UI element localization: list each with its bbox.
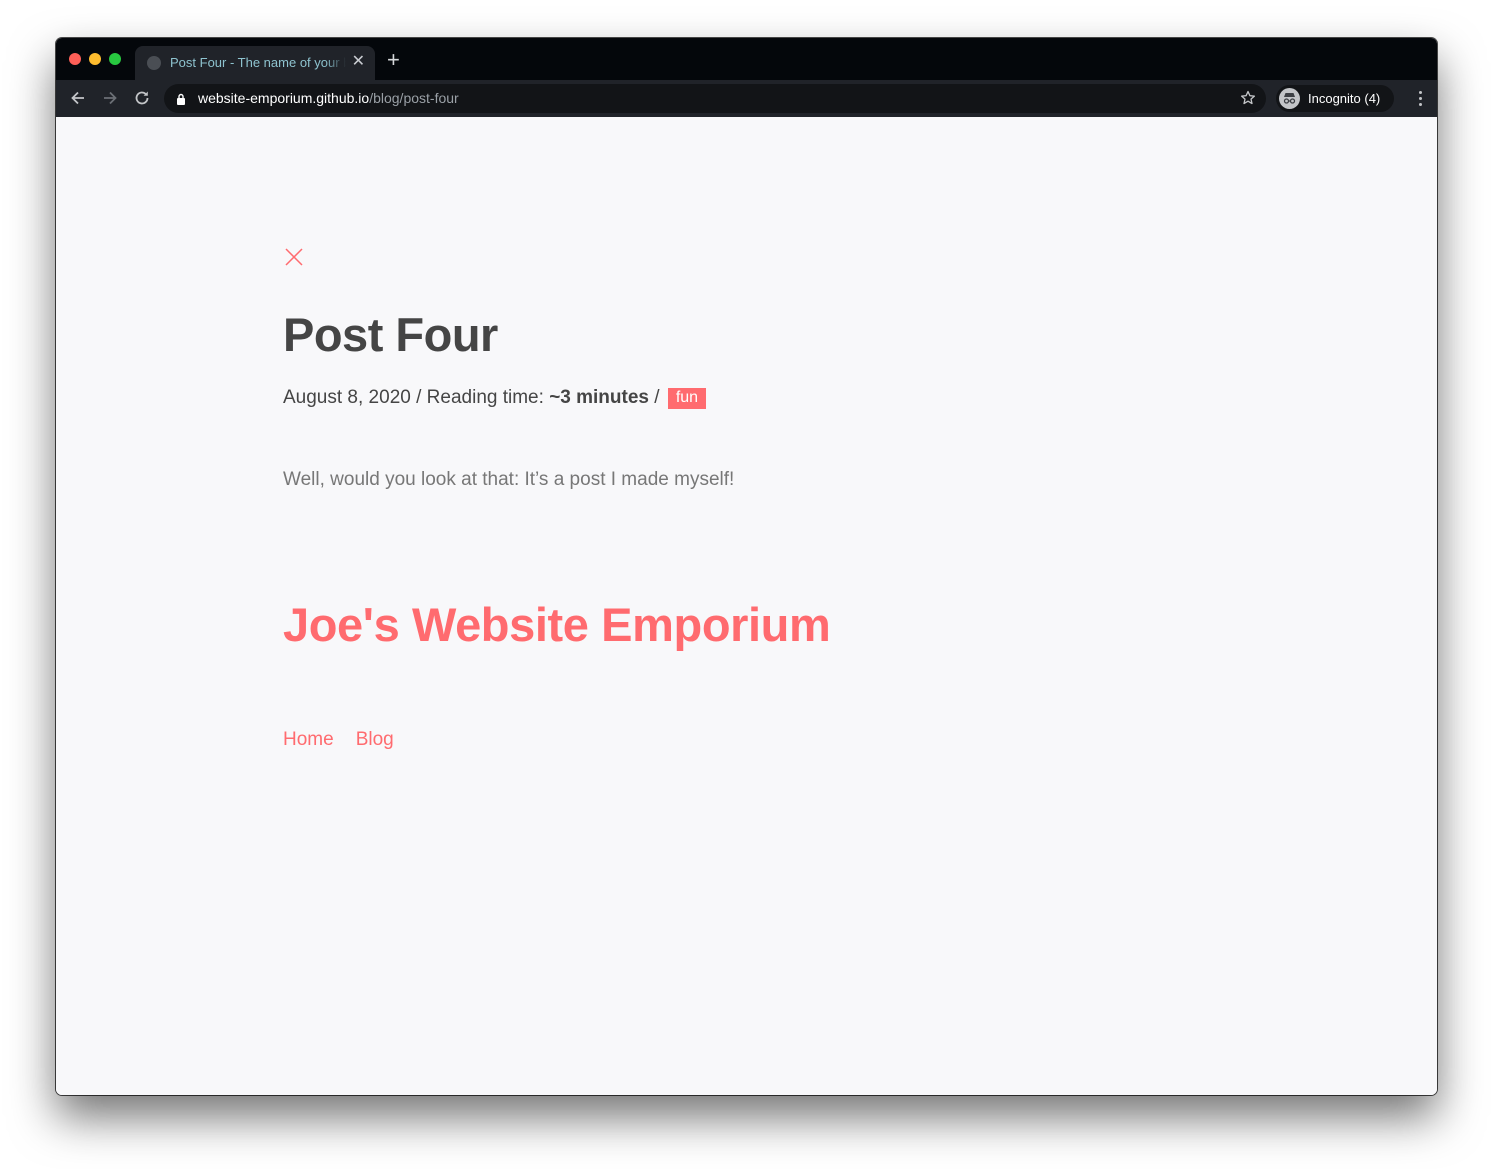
site-title[interactable]: Joe's Website Emporium — [283, 597, 831, 652]
post-body: Well, would you look at that: It’s a pos… — [283, 469, 735, 490]
site-nav: Home Blog — [283, 729, 416, 751]
kebab-menu-icon[interactable] — [1419, 91, 1423, 109]
globe-icon — [147, 56, 161, 70]
post-title: Post Four — [283, 308, 498, 361]
reading-time-value: ~3 minutes — [549, 387, 649, 408]
arrow-right-icon[interactable] — [100, 88, 120, 108]
url-path: /blog/post-four — [369, 90, 459, 106]
tab-title: Post Four - The name of your blog — [170, 55, 346, 70]
incognito-icon — [1279, 88, 1300, 109]
new-tab-button[interactable]: + — [387, 49, 400, 71]
meta-separator: / — [648, 387, 665, 408]
url-text[interactable]: website-emporium.github.io/blog/post-fou… — [198, 90, 459, 106]
post-date: August 8, 2020 — [283, 387, 411, 408]
profile-label: Incognito (4) — [1308, 91, 1381, 106]
close-x-icon[interactable] — [283, 246, 305, 268]
browser-tab[interactable]: Post Four - The name of your blog ✕ — [135, 46, 375, 80]
browser-window: Post Four - The name of your blog ✕ + we… — [56, 38, 1437, 1095]
browser-toolbar: website-emporium.github.io/blog/post-fou… — [56, 80, 1437, 117]
nav-link-home[interactable]: Home — [283, 729, 334, 750]
window-close-button[interactable] — [69, 53, 81, 65]
reading-time-label: Reading time: — [426, 387, 550, 408]
close-icon[interactable]: ✕ — [352, 53, 365, 71]
page-viewport: Post Four August 8, 2020 / Reading time:… — [56, 117, 1437, 1095]
nav-link-blog[interactable]: Blog — [356, 729, 394, 750]
address-bar[interactable]: website-emporium.github.io/blog/post-fou… — [164, 84, 1266, 113]
star-icon[interactable] — [1240, 90, 1256, 111]
lock-icon[interactable] — [176, 92, 186, 110]
post-meta: August 8, 2020 / Reading time: ~3 minute… — [283, 387, 707, 409]
profile-button[interactable]: Incognito (4) — [1276, 85, 1394, 112]
tag-badge[interactable]: fun — [667, 388, 707, 409]
meta-separator: / — [410, 387, 427, 408]
tab-strip: Post Four - The name of your blog ✕ + — [56, 38, 1437, 80]
reload-icon[interactable] — [132, 88, 152, 108]
url-host: website-emporium.github.io — [198, 90, 370, 106]
window-minimize-button[interactable] — [89, 53, 101, 65]
arrow-left-icon[interactable] — [68, 88, 88, 108]
window-zoom-button[interactable] — [109, 53, 121, 65]
